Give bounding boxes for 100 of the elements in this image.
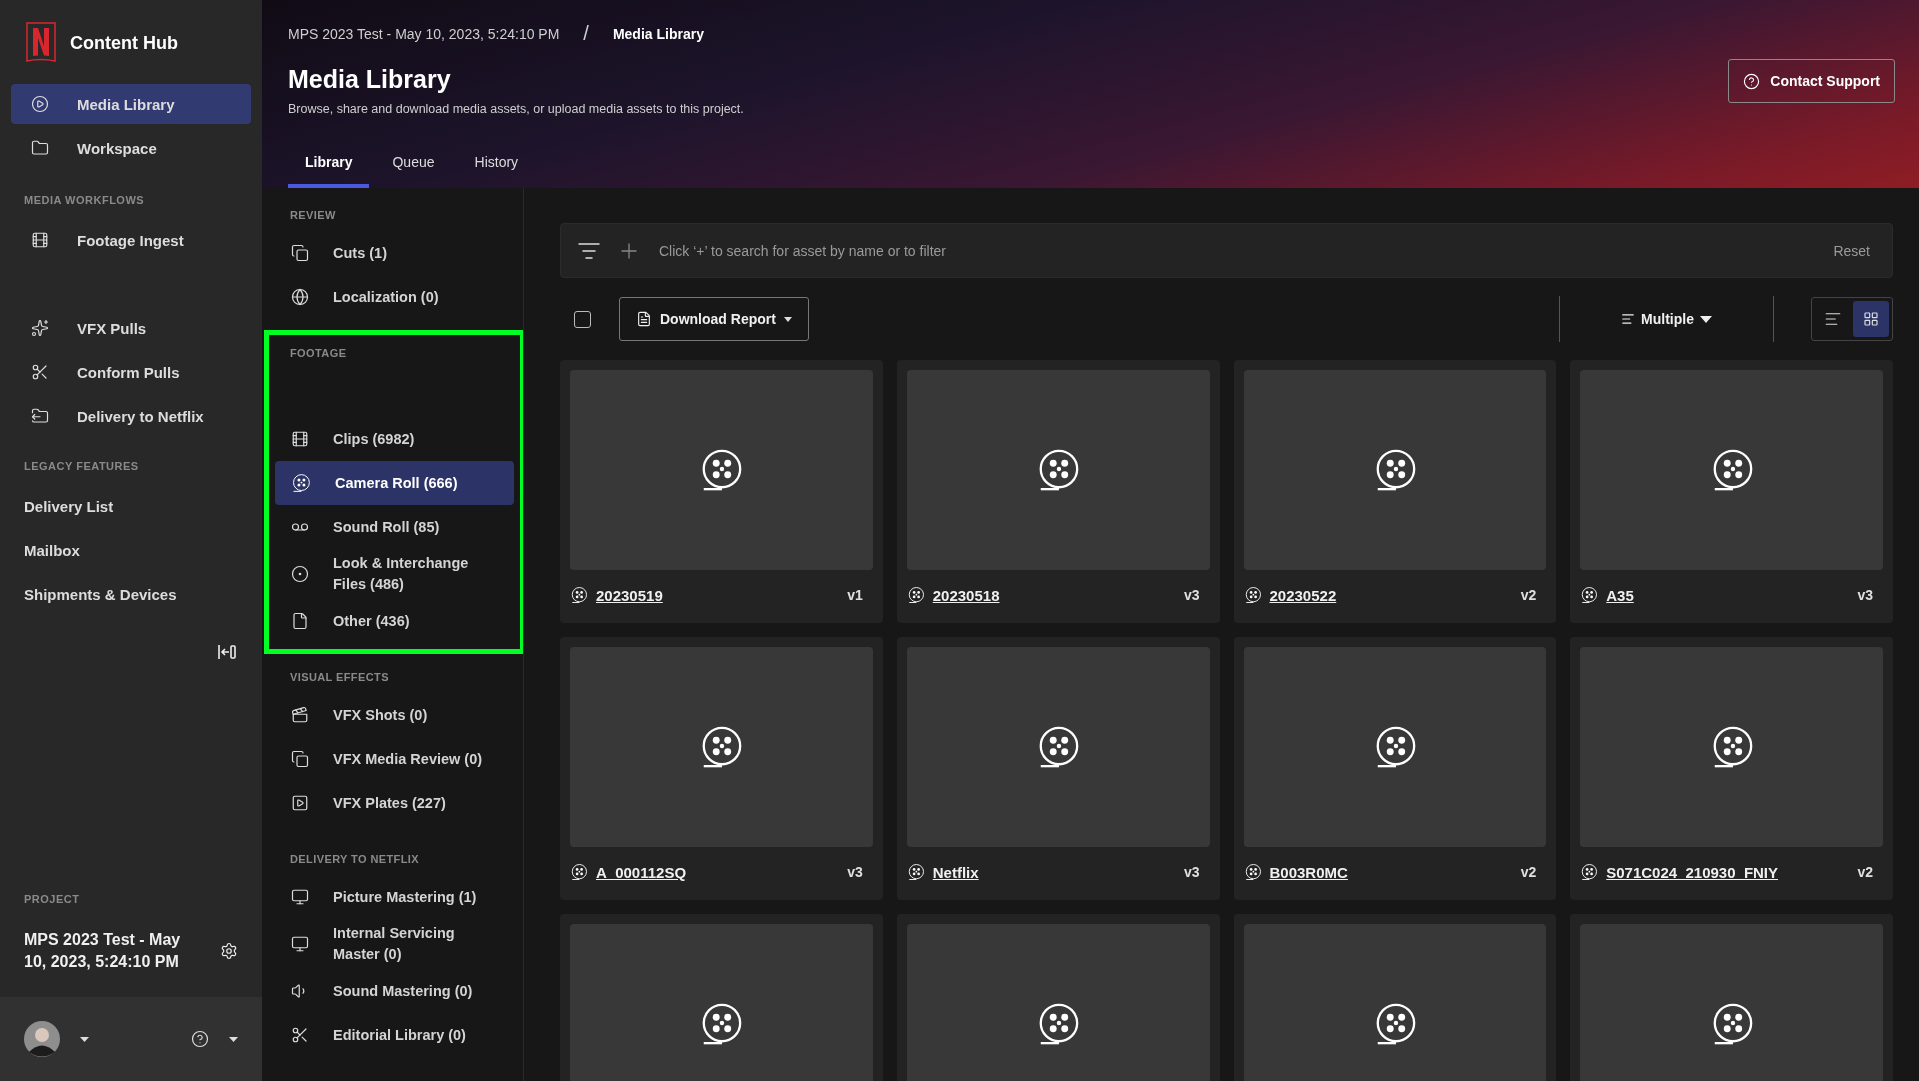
- monitor-icon: [291, 888, 309, 906]
- play-icon: [31, 95, 49, 113]
- section-title: DELIVERY TO NETFLIX: [289, 852, 421, 867]
- section-title: PROJECT: [23, 893, 81, 907]
- nav-item[interactable]: Workspace: [11, 128, 251, 168]
- category-item[interactable]: Other (436): [275, 599, 514, 643]
- category-item[interactable]: Editorial Library (0): [275, 1013, 514, 1057]
- globe-icon: [291, 288, 309, 306]
- version-label: v3: [1183, 864, 1200, 880]
- help-icon: [1743, 72, 1761, 90]
- sort-dropdown[interactable]: Multiple: [1560, 310, 1773, 328]
- asset-link[interactable]: 20230519: [596, 586, 840, 604]
- film-reel-icon: [291, 473, 311, 493]
- plates-icon: [291, 794, 309, 812]
- file-icon: [291, 612, 309, 630]
- category-item[interactable]: Camera Roll (666): [275, 461, 514, 505]
- category-item[interactable]: Cuts (1): [275, 231, 514, 275]
- asset-card[interactable]: 20230519 v1: [560, 360, 883, 623]
- category-item[interactable]: VFX Shots (0): [275, 693, 514, 737]
- asset-link[interactable]: 20230518: [932, 586, 1176, 604]
- version-label: v3: [1857, 587, 1873, 603]
- caret-icon: [229, 1036, 238, 1042]
- logo-icon: [26, 22, 56, 64]
- select-all-checkbox[interactable]: [574, 310, 591, 328]
- document-icon: [636, 311, 652, 327]
- nav-item[interactable]: VFX Pulls: [0, 306, 262, 350]
- nav-item[interactable]: Conform Pulls: [0, 350, 262, 394]
- category-item[interactable]: Sound Roll (85): [275, 505, 514, 549]
- clapperboard-icon: [291, 706, 309, 724]
- asset-link[interactable]: S071C024_210930_FNIY: [1606, 863, 1850, 881]
- nav-item[interactable]: Delivery to Netflix: [0, 394, 262, 438]
- breadcrumb-item[interactable]: MPS 2023 Test - May 10, 2023, 5:24:10 PM: [288, 25, 560, 42]
- category-item[interactable]: Internal Servicing Master (0): [275, 919, 514, 969]
- section-title: LEGACY FEATURES: [23, 459, 140, 474]
- asset-link[interactable]: Netflix: [932, 863, 1176, 881]
- circles-icon: [291, 565, 309, 583]
- version-label: v3: [1183, 587, 1200, 603]
- film-reel-icon: [570, 586, 588, 604]
- folder-icon: [31, 139, 49, 157]
- version-label: v2: [1520, 587, 1537, 603]
- page-title: Media Library: [288, 65, 452, 94]
- nav-item[interactable]: Footage Ingest: [0, 218, 262, 262]
- sort-icon: [1621, 312, 1636, 326]
- asset-card[interactable]: Netflix v3: [896, 637, 1220, 900]
- asset-card[interactable]: A35 v3: [1570, 360, 1893, 623]
- grid-view-button[interactable]: [1853, 301, 1889, 337]
- media-review-icon: [291, 750, 309, 768]
- nav-item[interactable]: Mailbox: [0, 528, 262, 572]
- asset-card[interactable]: 20230518 v3: [896, 360, 1220, 623]
- list-icon: [1824, 310, 1842, 328]
- help-menu[interactable]: [191, 1030, 238, 1048]
- caret-icon: [1699, 315, 1712, 323]
- category-item[interactable]: VFX Plates (227): [275, 781, 514, 825]
- version-label: v3: [847, 864, 863, 880]
- settings-icon[interactable]: [220, 942, 238, 960]
- film-reel-icon: [1243, 863, 1262, 881]
- tab[interactable]: Queue: [375, 154, 452, 188]
- asset-link[interactable]: A35: [1606, 586, 1850, 604]
- film-reel-icon: [1580, 863, 1599, 881]
- film-reel-icon: [570, 863, 588, 881]
- asset-card[interactable]: B003R0MC v2: [1233, 637, 1557, 900]
- version-label: v2: [1520, 864, 1537, 880]
- asset-link[interactable]: B003R0MC: [1269, 863, 1513, 881]
- version-label: v1: [847, 587, 863, 603]
- asset-card[interactable]: A_000112SQ v3: [560, 637, 883, 900]
- category-item[interactable]: Localization (0): [275, 275, 514, 319]
- asset-card[interactable]: 20230522 v2: [1233, 360, 1557, 623]
- help-icon: [191, 1030, 209, 1048]
- film-reel-icon: [906, 586, 925, 604]
- category-item[interactable]: Sound Mastering (0): [275, 969, 514, 1013]
- export-icon: [31, 407, 49, 425]
- category-item[interactable]: Clips (6982): [275, 417, 514, 461]
- nav-item[interactable]: Shipments & Devices: [0, 572, 262, 616]
- film-icon: [31, 231, 49, 249]
- section-title: MEDIA WORKFLOWS: [23, 193, 146, 208]
- contact-support-button[interactable]: Contact Support: [1728, 59, 1895, 103]
- scissors-icon: [31, 363, 49, 381]
- scissors-icon: [291, 1026, 309, 1044]
- category-item[interactable]: VFX Media Review (0): [275, 737, 514, 781]
- media-review-icon: [291, 244, 309, 262]
- download-report-button[interactable]: Download Report: [619, 297, 809, 341]
- nav-item[interactable]: Delivery List: [0, 484, 262, 528]
- asset-card[interactable]: S071C024_210930_FNIY v2: [1570, 637, 1893, 900]
- section-title: VISUAL EFFECTS: [289, 670, 390, 685]
- search-field[interactable]: Click ‘+’ to search for asset by name or to filter Reset: [560, 223, 1893, 278]
- monitor-icon: [291, 935, 309, 953]
- asset-link[interactable]: 20230522: [1269, 586, 1513, 604]
- category-item[interactable]: Picture Mastering (1): [275, 875, 514, 919]
- tab[interactable]: History: [457, 154, 536, 188]
- sparkle-icon: [31, 319, 49, 337]
- breadcrumb-separator: /: [583, 22, 589, 45]
- section-title: FOOTAGE: [289, 346, 348, 361]
- avatar-menu[interactable]: [24, 1021, 89, 1057]
- nav-item[interactable]: Media Library: [11, 84, 251, 124]
- reset-button[interactable]: Reset: [1827, 241, 1876, 260]
- category-item[interactable]: Look & Interchange Files (486): [275, 549, 514, 599]
- page-subtitle: Browse, share and download media assets, or upload media assets to this project.: [288, 102, 744, 116]
- asset-link[interactable]: A_000112SQ: [596, 863, 840, 881]
- app-name: Content Hub: [70, 32, 178, 54]
- collapse-icon[interactable]: [218, 644, 236, 660]
